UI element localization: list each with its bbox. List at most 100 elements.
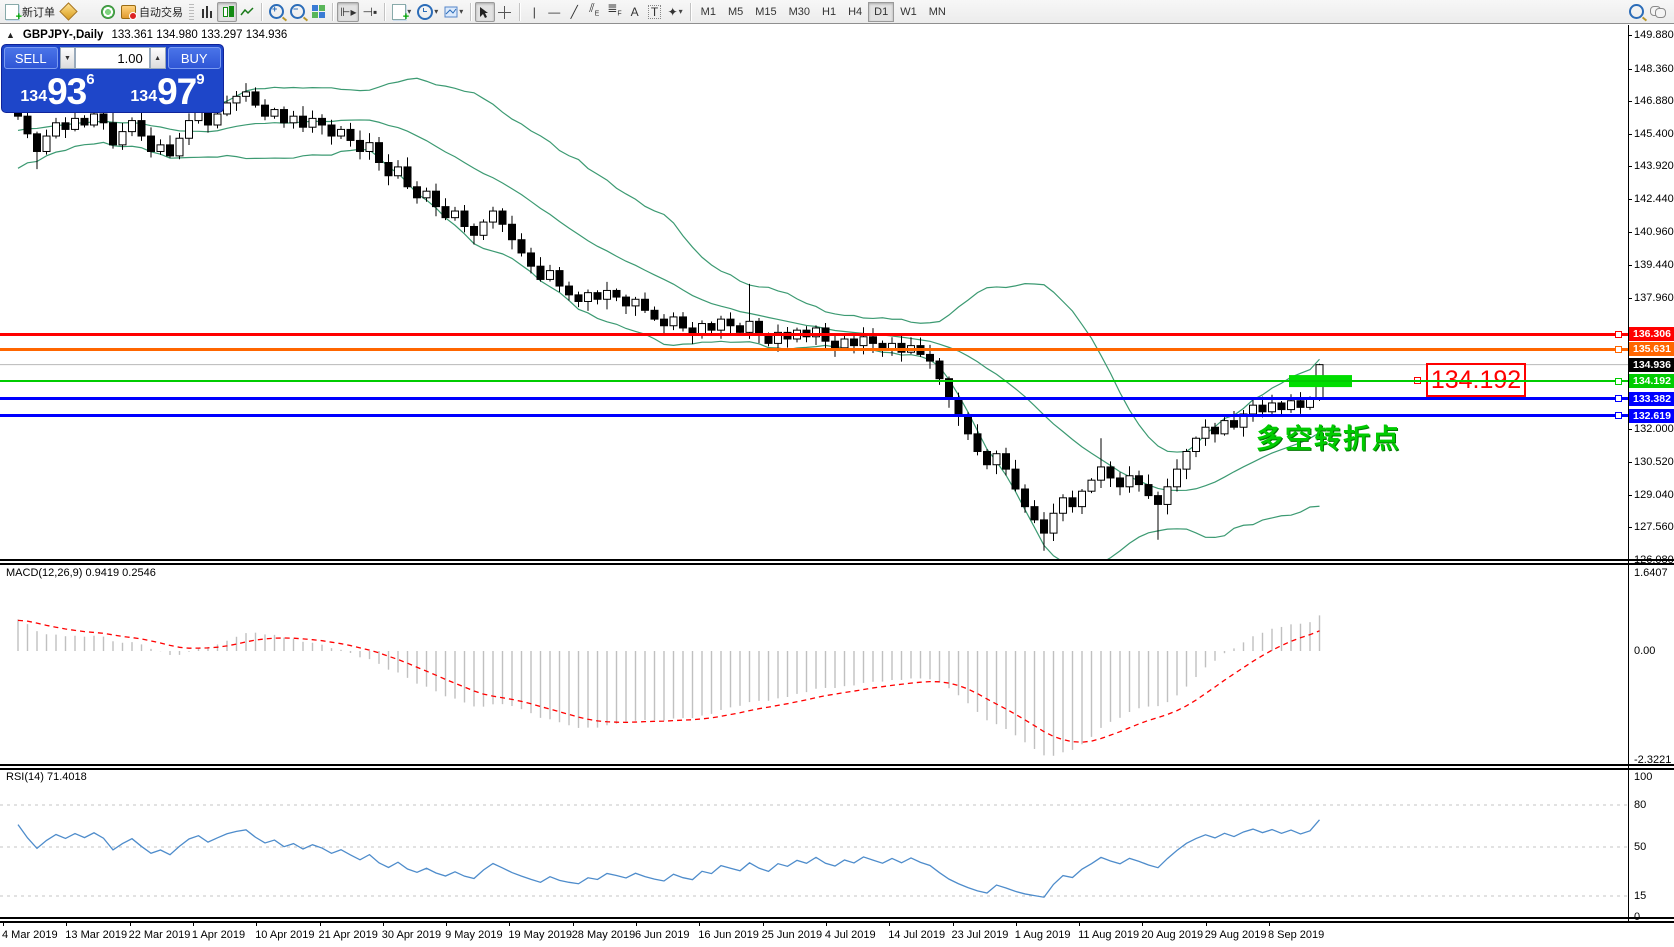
line-chart-button[interactable] bbox=[237, 2, 257, 22]
price-tick bbox=[1628, 35, 1632, 36]
date-label: 30 Apr 2019 bbox=[381, 929, 442, 941]
crosshair-button[interactable] bbox=[495, 2, 515, 22]
price-tick bbox=[1628, 462, 1632, 464]
volume-increase-button[interactable]: ▲ bbox=[149, 47, 166, 69]
market-watch-button[interactable] bbox=[78, 2, 98, 22]
buy-button[interactable]: BUY bbox=[167, 47, 221, 69]
buy-price-prefix: 134 bbox=[130, 88, 158, 105]
timeframe-m1[interactable]: M1 bbox=[695, 2, 722, 22]
date-label: 20 Aug 2019 bbox=[1141, 929, 1204, 941]
zoom-out-button[interactable]: − bbox=[287, 2, 308, 22]
zoom-in-button[interactable]: + bbox=[266, 2, 287, 22]
macd-axis-label: -2.3221 bbox=[1634, 754, 1672, 766]
date-label: 23 Jul 2019 bbox=[951, 929, 1009, 941]
crosshair-icon bbox=[498, 5, 512, 19]
date-tick bbox=[1142, 922, 1144, 926]
charts-button[interactable] bbox=[58, 2, 78, 22]
toolbar-separator bbox=[384, 2, 386, 21]
level-line-134.192[interactable] bbox=[0, 380, 1628, 383]
level-line-marker[interactable] bbox=[1615, 395, 1622, 403]
rsi-label: RSI(14) bbox=[6, 771, 44, 783]
text-button[interactable]: T bbox=[645, 2, 665, 22]
chart-shift-button[interactable]: ⊣▪ bbox=[359, 2, 380, 22]
symbol-title: GBPJPY-,Daily bbox=[22, 29, 104, 41]
volume-input[interactable]: 1.00 bbox=[75, 47, 150, 69]
timeframe-mn[interactable]: MN bbox=[923, 2, 952, 22]
trendline-button[interactable]: ╱ bbox=[564, 2, 584, 22]
arrow-label-button[interactable]: A bbox=[625, 2, 645, 22]
signals-button[interactable] bbox=[98, 2, 118, 22]
auto-scroll-button[interactable]: ⊩▸ bbox=[337, 1, 360, 22]
date-label: 14 Jul 2019 bbox=[888, 929, 946, 941]
trade-panel-collapse-icon[interactable]: ▲ bbox=[6, 30, 15, 40]
timeframe-d1[interactable]: D1 bbox=[868, 1, 895, 22]
price-tick-label: 142.440 bbox=[1634, 193, 1674, 206]
tile-windows-icon bbox=[311, 5, 325, 18]
date-tick bbox=[1269, 922, 1270, 926]
volume-decrease-button[interactable]: ▼ bbox=[59, 47, 76, 69]
timeframe-h1[interactable]: H1 bbox=[816, 2, 842, 22]
macd-rsi-separator[interactable] bbox=[0, 764, 1674, 770]
timeframe-w1[interactable]: W1 bbox=[894, 2, 923, 22]
sell-button[interactable]: SELL bbox=[4, 47, 58, 69]
search-button[interactable] bbox=[1626, 2, 1647, 22]
bar-chart-button[interactable] bbox=[197, 2, 217, 22]
sell-price[interactable]: 134 93 6 bbox=[4, 71, 111, 110]
toolbar-grip bbox=[189, 3, 194, 20]
text-icon: T bbox=[647, 4, 662, 19]
date-label: 8 Sep 2019 bbox=[1268, 929, 1325, 941]
channel-button[interactable]: ⫽E bbox=[584, 2, 604, 22]
timeframe-m15[interactable]: M15 bbox=[749, 2, 782, 22]
level-line-marker[interactable] bbox=[1615, 345, 1622, 353]
candlestick-chart-button[interactable] bbox=[217, 1, 237, 22]
main-macd-separator[interactable] bbox=[0, 559, 1674, 565]
level-line-133.382[interactable] bbox=[0, 397, 1628, 401]
price-tick-label: 127.560 bbox=[1634, 521, 1674, 534]
chat-button[interactable] bbox=[1647, 2, 1668, 22]
level-line-136.306[interactable] bbox=[0, 332, 1628, 336]
timeframe-m30[interactable]: M30 bbox=[783, 2, 816, 22]
level-line-marker[interactable] bbox=[1615, 330, 1622, 338]
rsi-value: 71.4018 bbox=[46, 771, 87, 783]
date-tick bbox=[192, 922, 194, 926]
date-label: 10 Apr 2019 bbox=[255, 929, 315, 941]
date-label: 28 May 2019 bbox=[571, 929, 636, 941]
level-line-132.619[interactable] bbox=[0, 414, 1628, 418]
buy-price[interactable]: 134 97 9 bbox=[114, 71, 221, 110]
date-tick bbox=[1079, 922, 1081, 926]
macd-canvas[interactable] bbox=[0, 566, 1628, 766]
rsi-canvas[interactable] bbox=[0, 770, 1628, 922]
sell-price-sup: 6 bbox=[86, 71, 95, 88]
timeframe-h4[interactable]: H4 bbox=[842, 2, 868, 22]
date-tick bbox=[256, 922, 258, 926]
price-axis-border bbox=[1628, 25, 1629, 922]
buy-price-sup: 9 bbox=[196, 71, 205, 88]
turning-point-annotation[interactable]: 多空转折点 bbox=[1256, 417, 1401, 456]
level-line-marker[interactable] bbox=[1615, 412, 1622, 420]
level-line-135.631[interactable] bbox=[0, 347, 1628, 351]
tile-windows-button[interactable] bbox=[308, 2, 328, 22]
templates-button[interactable]: ▾ bbox=[441, 2, 466, 22]
horizontal-line-button[interactable]: — bbox=[544, 2, 564, 22]
timeframe-m5[interactable]: M5 bbox=[722, 2, 749, 22]
new-order-button[interactable]: + 新订单 bbox=[2, 2, 58, 22]
date-tick bbox=[699, 922, 701, 926]
indicators-button[interactable]: + ▾ bbox=[389, 2, 414, 22]
ohlc-values: 133.361 134.980 133.297 134.936 bbox=[111, 29, 288, 41]
periods-button[interactable]: ▾ bbox=[414, 2, 441, 22]
date-tick bbox=[129, 922, 131, 926]
cursor-button[interactable] bbox=[475, 1, 496, 22]
toolbar-separator bbox=[689, 2, 691, 21]
autotrading-button[interactable]: 自动交易 bbox=[118, 2, 186, 22]
price-tick-label: 139.440 bbox=[1634, 259, 1674, 272]
vertical-line-button[interactable]: | bbox=[524, 2, 544, 22]
fibonacci-button[interactable]: ≣F bbox=[604, 2, 624, 22]
toolbar-separator bbox=[332, 2, 333, 21]
macd-label: MACD(12,26,9) bbox=[6, 567, 83, 579]
arrows-button[interactable]: ✦ ▾ bbox=[665, 2, 686, 22]
date-tick bbox=[952, 922, 954, 926]
date-label: 6 Jun 2019 bbox=[635, 929, 690, 941]
date-tick bbox=[762, 922, 764, 926]
level-line-marker[interactable] bbox=[1615, 377, 1622, 385]
main-chart-canvas[interactable] bbox=[0, 25, 1628, 563]
